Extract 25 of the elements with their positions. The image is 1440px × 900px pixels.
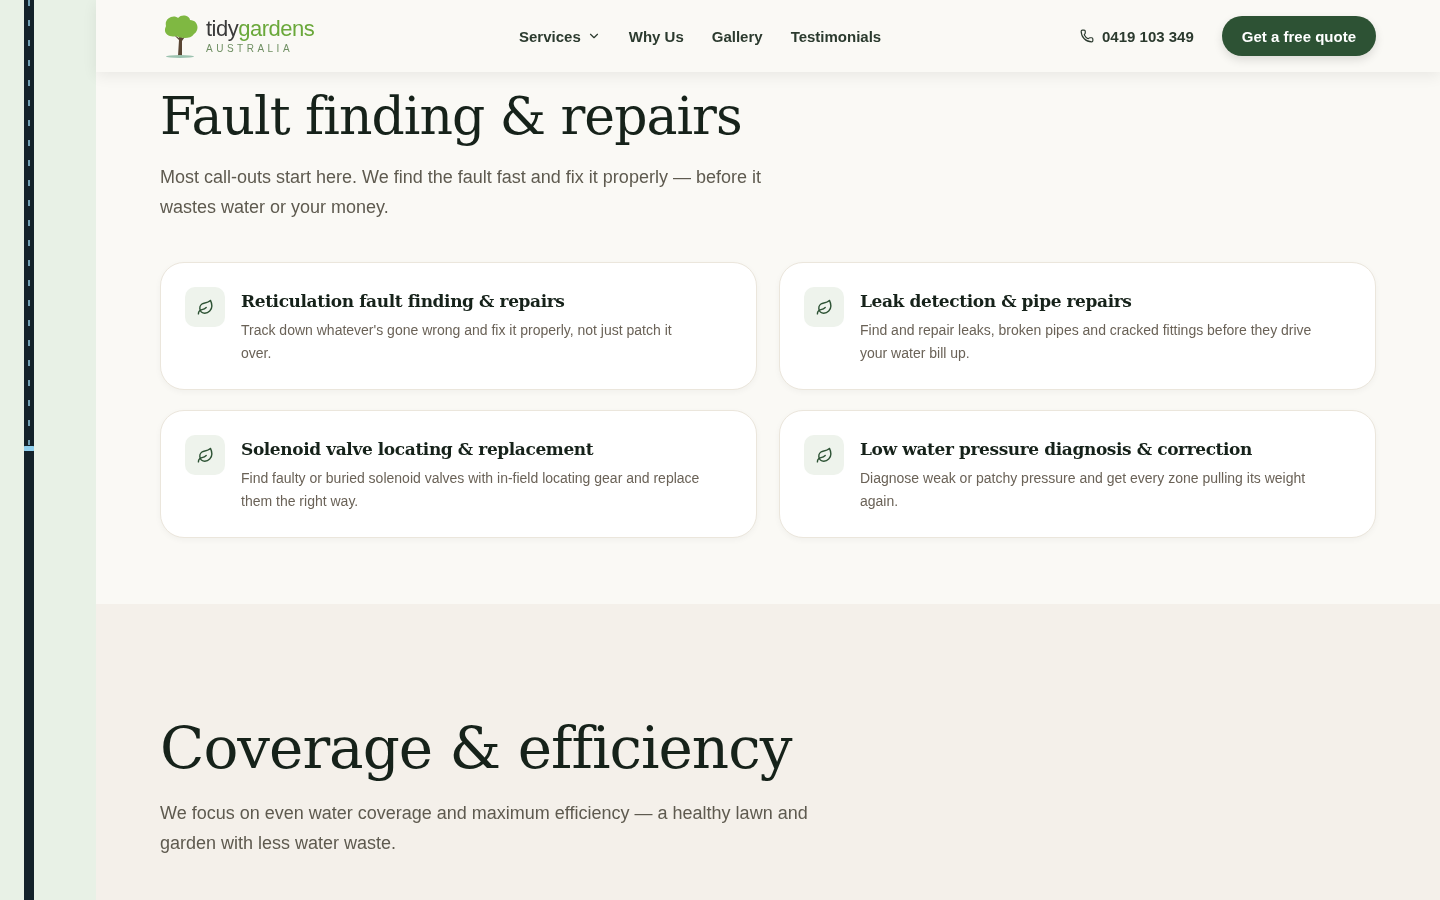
phone-icon <box>1080 29 1095 43</box>
card-text: Track down whatever's gone wrong and fix it properly, not just patch it over. <box>241 321 673 363</box>
section-intro: Most call-outs start here. We find the fault fast and fix it properly — before it wastes water or your money. <box>160 166 762 219</box>
nav-link[interactable]: Services <box>519 27 601 45</box>
nav-link[interactable]: Gallery <box>711 27 763 45</box>
card-title: Leak detection & pipe repairs <box>860 291 1133 311</box>
card-title: Low water pressure diagnosis & correction <box>860 439 1253 459</box>
quote-button[interactable]: Get a free quote <box>1221 16 1376 56</box>
logo-wordmark[interactable]: tidygardens <box>206 18 315 40</box>
leaf-icon <box>185 435 225 475</box>
card-text: Find faulty or buried solenoid valves with in-field locating gear and replace them the right way. <box>241 469 701 511</box>
nav-link[interactable]: Testimonials <box>790 27 882 45</box>
card-text: Diagnose weak or patchy pressure and get every zone pulling its weight again. <box>860 469 1307 511</box>
card-title: Solenoid valve locating & replacement <box>241 439 595 459</box>
leaf-icon <box>185 287 225 327</box>
card-text: Find and repair leaks, broken pipes and cracked fittings before they drive your water bill up. <box>860 321 1313 363</box>
section-intro: We focus on even water coverage and maximum efficiency — a healthy lawn and garden with less water waste. <box>160 802 809 855</box>
section-heading: Fault finding & repairs <box>160 86 743 146</box>
leaf-icon <box>804 287 844 327</box>
logo-tagline: AUSTRALIA <box>206 43 295 54</box>
phone-link[interactable]: 0419 103 349 <box>1080 27 1194 45</box>
card-title: Reticulation fault finding & repairs <box>241 291 566 311</box>
nav-link[interactable]: Why Us <box>628 27 684 45</box>
section-heading: Coverage & efficiency <box>160 714 793 782</box>
leaf-icon <box>804 435 844 475</box>
